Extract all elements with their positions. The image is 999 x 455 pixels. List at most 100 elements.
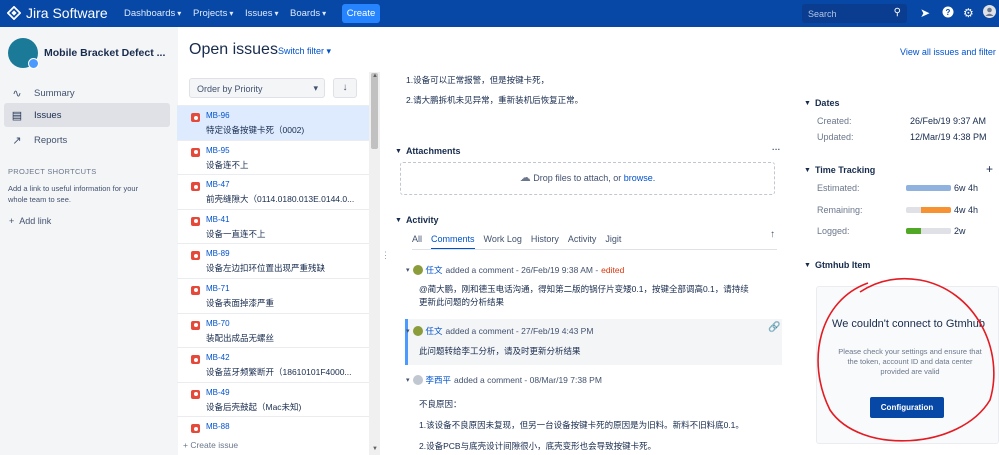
bug-icon [191, 216, 200, 226]
focused-comment-highlight [405, 319, 782, 365]
configuration-button[interactable]: Configuration [870, 397, 944, 418]
project-type-badge [28, 58, 39, 69]
issue-row[interactable]: MB-95 设备连不上 [177, 139, 369, 175]
caret-down-icon: ▼ [804, 261, 811, 269]
tabs-divider [412, 249, 777, 250]
user-avatar[interactable] [983, 5, 996, 21]
nav-issues[interactable]: Issues ▾ [245, 8, 278, 19]
page-title: Open issues [189, 41, 278, 58]
scrollbar-thumb[interactable] [371, 73, 378, 149]
megaphone-icon[interactable]: ➤ [920, 6, 930, 20]
bug-icon [191, 285, 200, 295]
created-value: 26/Feb/19 9:37 AM [910, 116, 987, 126]
issues-icon: ▤ [11, 109, 23, 122]
activity-section-toggle[interactable]: ▼ Activity [395, 215, 438, 225]
order-by-select[interactable]: Order by Priority ▾ [189, 78, 325, 98]
logged-value: 2w [954, 226, 966, 236]
create-button[interactable]: Create [342, 4, 380, 23]
tab-all[interactable]: All [412, 234, 422, 250]
caret-down-icon: ▼ [804, 166, 811, 174]
time-tracking-section-toggle[interactable]: ▼ Time Tracking [804, 165, 875, 175]
avatar [412, 265, 423, 275]
tab-comments[interactable]: Comments [431, 234, 475, 250]
issue-row[interactable]: MB-70 装配出成品无螺丝 [177, 312, 369, 348]
settings-gear-icon[interactable]: ⚙ [963, 6, 974, 20]
caret-down-icon: ▼ [395, 147, 402, 155]
plus-icon: + [9, 216, 15, 226]
bug-icon [191, 147, 200, 157]
tab-work-log[interactable]: Work Log [484, 234, 522, 250]
switch-filter-button[interactable]: Switch filter ▾ [278, 46, 331, 57]
bug-icon [191, 251, 200, 261]
bug-icon [191, 355, 200, 365]
chevron-down-icon: ▾ [322, 9, 327, 18]
chart-icon: ↗ [12, 134, 22, 147]
issue-row[interactable]: MB-47 前壳缝隙大（0114.0180.013E.0144.0... [177, 174, 369, 209]
cloud-upload-icon: ☁ [519, 172, 531, 184]
more-options-icon[interactable]: ··· [772, 144, 781, 154]
tab-history[interactable]: History [531, 234, 559, 250]
add-link-button[interactable]: + Add link [9, 216, 51, 226]
bug-icon [191, 320, 200, 330]
search-icon: ⚲ [893, 7, 901, 18]
collapse-caret-icon[interactable]: ▾ [406, 266, 410, 274]
chevron-down-icon: ▾ [313, 83, 318, 93]
issue-row[interactable]: MB-49 设备后壳鼓起（Mac未知) [177, 381, 369, 417]
project-name[interactable]: Mobile Bracket Defect ... [44, 47, 165, 59]
dates-section-toggle[interactable]: ▼ Dates [804, 98, 839, 108]
comment-body: @蔺大鹏，刚和德玉电话沟通，得知第二版的锅仔片变矮0.1，按键全部调高0.1，请… [419, 284, 749, 307]
shortcuts-description: Add a link to useful information for you… [8, 184, 139, 204]
svg-text:?: ? [946, 8, 951, 17]
remaining-value: 4w 4h [954, 205, 979, 215]
activity-tabs: All Comments Work Log History Activity J… [412, 234, 630, 250]
comment-header: ▾ 任文 added a comment - 26/Feb/19 9:38 AM… [406, 264, 624, 276]
scroll-up-icon[interactable]: ▲ [372, 73, 378, 79]
chevron-down-icon: ▾ [274, 9, 279, 18]
issue-detail-pane: 1.设备可以正常报警，但是按键卡死， 2.请大鹏拆机未见异常，重新装机后恢复正常… [392, 68, 788, 455]
scroll-down-icon[interactable]: ▼ [372, 446, 378, 452]
comment-author[interactable]: 任文 [426, 264, 443, 276]
description-line: 2.请大鹏拆机未见异常，重新装机后恢复正常。 [406, 95, 584, 105]
jira-logo[interactable]: Jira Software [7, 5, 108, 21]
remaining-bar [906, 207, 951, 213]
app-name: Jira Software [26, 5, 108, 21]
search-input[interactable]: Search ⚲ [802, 4, 907, 23]
chevron-down-icon: ▾ [229, 9, 234, 18]
bug-icon [191, 182, 200, 192]
view-all-issues-link[interactable]: View all issues and filter [900, 47, 996, 57]
sidebar-item-reports[interactable]: ↗ Reports [4, 128, 170, 152]
issue-row[interactable]: MB-89 设备左边扣环位置出现严重残缺 [177, 243, 369, 278]
help-icon[interactable]: ? [942, 6, 954, 21]
tab-jigit[interactable]: Jigit [605, 234, 621, 250]
attachment-dropzone[interactable]: ☁ Drop files to attach, or browse. [400, 162, 775, 195]
browse-link[interactable]: browse. [624, 173, 656, 183]
issue-row[interactable]: MB-42 设备蓝牙频繁断开（18610101F4000... [177, 347, 369, 382]
created-label: Created: [817, 116, 852, 126]
estimated-bar [906, 185, 951, 191]
updated-value: 12/Mar/19 4:38 PM [910, 132, 987, 142]
issue-row[interactable]: MB-71 设备表面掉漆严重 [177, 277, 369, 313]
chevron-down-icon: ▾ [326, 46, 332, 56]
attachments-section-toggle[interactable]: ▼ Attachments [395, 146, 460, 156]
sidebar-item-summary[interactable]: ∿ Summary [4, 81, 170, 105]
add-time-icon[interactable]: + [986, 162, 993, 176]
create-issue-link[interactable]: + Create issue [183, 440, 238, 450]
issue-row[interactable]: MB-96 特定设备按键卡死（0002) [177, 105, 369, 140]
top-navigation-bar: Jira Software Dashboards ▾ Projects ▾ Issu… [0, 0, 999, 27]
nav-boards[interactable]: Boards ▾ [290, 8, 326, 19]
remaining-label: Remaining: [817, 205, 863, 215]
issue-row[interactable]: MB-41 设备一直连不上 [177, 208, 369, 244]
sort-activity-icon[interactable]: ↑ [770, 229, 775, 240]
issue-list: MB-96 特定设备按键卡死（0002) MB-95 设备连不上 MB-47 前壳缝隙… [177, 105, 369, 451]
nav-projects[interactable]: Projects ▾ [193, 8, 233, 19]
tab-activity[interactable]: Activity [568, 234, 597, 250]
jira-logo-icon [7, 6, 21, 20]
bug-icon [191, 113, 200, 122]
logged-bar [906, 228, 951, 234]
sort-direction-button[interactable]: ↓ [333, 78, 357, 98]
issue-details-sidebar: ▼ Dates Created: 26/Feb/19 9:37 AM Update… [798, 68, 999, 455]
resize-handle-icon[interactable]: ⋮ [381, 250, 390, 261]
gtmhub-section-toggle[interactable]: ▼ Gtmhub Item [804, 260, 870, 270]
sidebar-item-issues[interactable]: ▤ Issues [4, 103, 170, 127]
nav-dashboards[interactable]: Dashboards ▾ [124, 8, 181, 19]
